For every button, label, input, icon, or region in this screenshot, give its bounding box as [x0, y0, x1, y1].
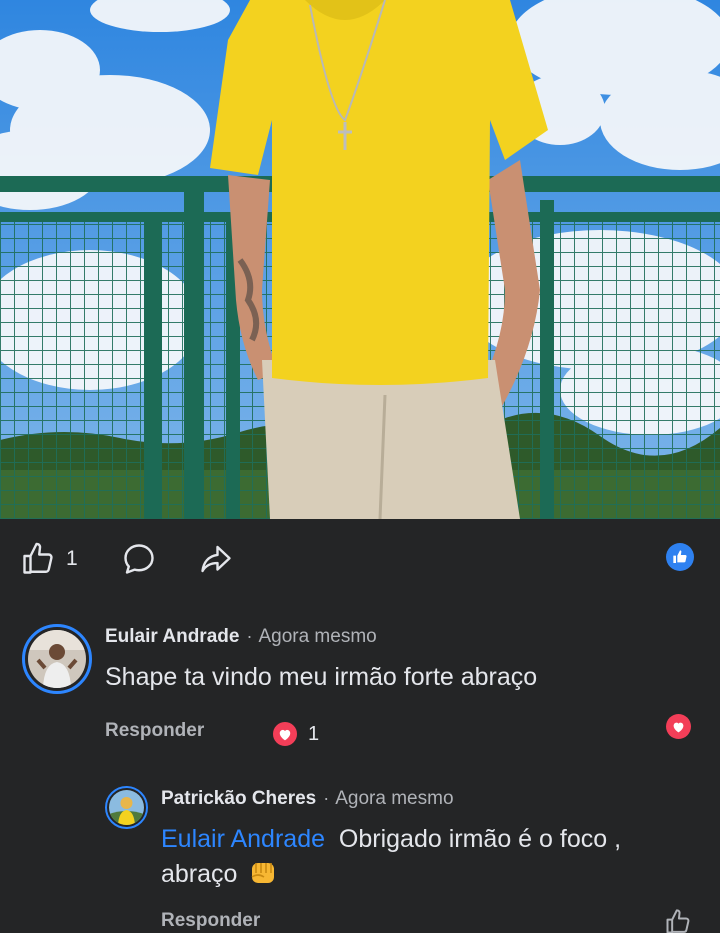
comment-reaction-summary[interactable]: 1 — [271, 720, 319, 748]
post-photo[interactable] — [0, 0, 720, 519]
oncoming-fist-icon — [248, 859, 278, 897]
comment-text: Eulair Andrade Obrigado irmão é o foco ,… — [161, 822, 701, 897]
avatar[interactable] — [105, 786, 148, 829]
thumbs-up-icon — [666, 909, 690, 933]
comment-button[interactable] — [121, 541, 157, 577]
reaction-count: 1 — [308, 722, 320, 745]
comment-text-line1: Obrigado irmão é o foco , — [338, 825, 622, 853]
comment-header: Eulair Andrade · Agora mesmo — [105, 626, 377, 648]
thumbs-up-icon — [673, 550, 687, 563]
comment-text-line2: abraço — [161, 860, 238, 888]
like-count: 1 — [66, 547, 78, 570]
comment-header: Patrickão Cheres · Agora mesmo — [161, 788, 454, 810]
love-react-button[interactable] — [666, 714, 691, 739]
avatar-photo — [28, 630, 86, 688]
comment-timestamp[interactable]: Agora mesmo — [258, 626, 376, 648]
mention-link[interactable]: Eulair Andrade — [161, 825, 325, 853]
share-button[interactable] — [197, 541, 235, 577]
avatar[interactable] — [22, 624, 92, 694]
comment-author[interactable]: Patrickão Cheres — [161, 788, 316, 810]
heart-icon — [673, 722, 684, 732]
comment-like-button[interactable] — [664, 908, 692, 933]
share-arrow-icon — [201, 545, 231, 573]
comment-timestamp[interactable]: Agora mesmo — [335, 788, 453, 810]
reply-button[interactable]: Responder — [161, 910, 260, 932]
separator-dot: · — [323, 788, 330, 808]
separator-dot: · — [246, 626, 253, 646]
heart-icon — [271, 720, 299, 748]
thumbs-up-icon — [23, 542, 53, 574]
like-button[interactable]: 1 — [20, 541, 78, 577]
photo-scene — [0, 0, 720, 519]
reply-button[interactable]: Responder — [105, 720, 204, 742]
avatar-photo — [109, 790, 144, 825]
like-reaction-badge[interactable] — [666, 543, 694, 571]
post-action-bar: 1 — [0, 519, 720, 599]
comment-text: Shape ta vindo meu irmão forte abraço — [105, 663, 538, 691]
comment-bubble-icon — [124, 544, 154, 574]
comment-author[interactable]: Eulair Andrade — [105, 626, 239, 648]
